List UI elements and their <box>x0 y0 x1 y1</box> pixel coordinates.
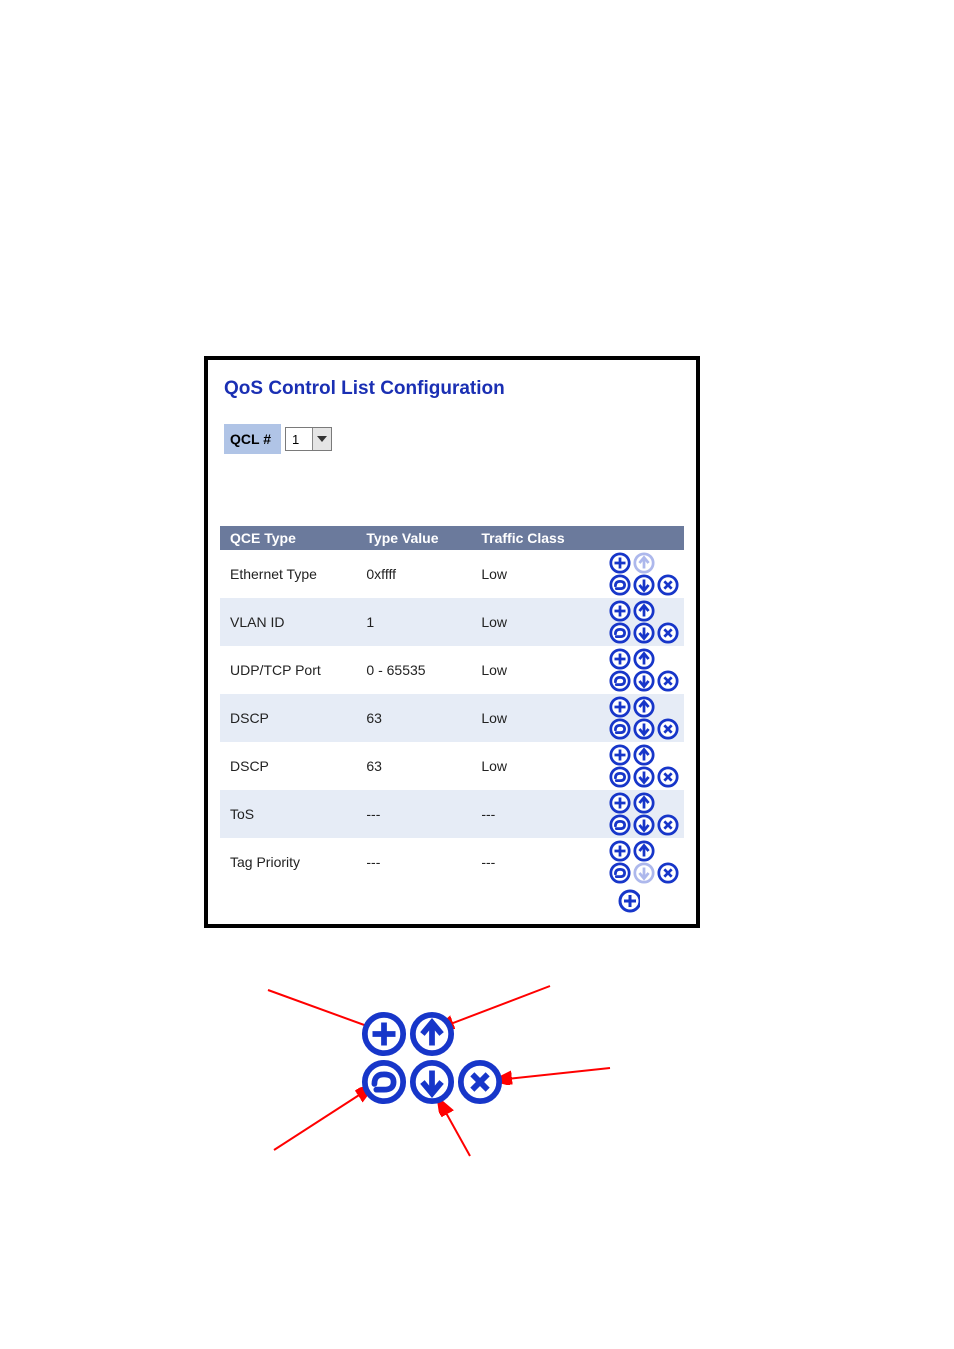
qcl-select[interactable]: 1 <box>285 427 332 451</box>
move-down-icon[interactable] <box>633 622 655 644</box>
add-row <box>220 890 684 912</box>
delete-icon[interactable] <box>657 622 679 644</box>
plus-icon[interactable] <box>609 552 631 574</box>
cell-qce-type: DSCP <box>220 758 366 774</box>
cell-traffic-class: --- <box>481 806 606 822</box>
qcl-selector-row: QCL # 1 <box>224 424 684 454</box>
qos-config-panel: QoS Control List Configuration QCL # 1 Q… <box>204 356 700 928</box>
chevron-down-icon <box>312 428 331 450</box>
icon-legend-diagram <box>240 980 660 1170</box>
cell-type-value: 63 <box>366 710 481 726</box>
cell-type-value: --- <box>366 806 481 822</box>
cell-qce-type: ToS <box>220 806 366 822</box>
qcl-label: QCL # <box>224 424 281 454</box>
qcl-select-value: 1 <box>286 428 312 450</box>
delete-icon[interactable] <box>657 574 679 596</box>
move-up-icon[interactable] <box>633 744 655 766</box>
delete-icon[interactable] <box>657 718 679 740</box>
cell-traffic-class: Low <box>481 710 606 726</box>
cell-traffic-class: Low <box>481 614 606 630</box>
move-up-icon[interactable] <box>633 792 655 814</box>
plus-icon <box>360 1010 408 1058</box>
cell-actions <box>606 792 684 836</box>
plus-icon[interactable] <box>609 792 631 814</box>
table-row: VLAN ID1Low <box>220 598 684 646</box>
table-row: DSCP63Low <box>220 694 684 742</box>
cell-actions <box>606 840 684 884</box>
cell-actions <box>606 600 684 644</box>
move-down-icon[interactable] <box>633 718 655 740</box>
page-title: QoS Control List Configuration <box>224 378 684 400</box>
cell-traffic-class: Low <box>481 566 606 582</box>
move-down-icon[interactable] <box>633 862 655 884</box>
cell-qce-type: Tag Priority <box>220 854 366 870</box>
move-down-icon[interactable] <box>633 766 655 788</box>
delete-icon[interactable] <box>657 862 679 884</box>
qce-table: QCE Type Type Value Traffic Class Ethern… <box>220 526 684 912</box>
cell-traffic-class: Low <box>481 758 606 774</box>
cell-type-value: 1 <box>366 614 481 630</box>
cell-actions <box>606 696 684 740</box>
plus-icon[interactable] <box>618 890 640 912</box>
cell-actions <box>606 744 684 788</box>
move-up-icon[interactable] <box>633 552 655 574</box>
edit-icon[interactable] <box>609 718 631 740</box>
delete-icon <box>456 1058 504 1106</box>
move-down-icon[interactable] <box>633 574 655 596</box>
edit-icon <box>360 1058 408 1106</box>
move-up-icon <box>408 1010 456 1058</box>
plus-icon[interactable] <box>609 600 631 622</box>
plus-icon[interactable] <box>609 840 631 862</box>
plus-icon[interactable] <box>609 744 631 766</box>
cell-type-value: 0 - 65535 <box>366 662 481 678</box>
edit-icon[interactable] <box>609 814 631 836</box>
move-up-icon[interactable] <box>633 648 655 670</box>
table-row: UDP/TCP Port0 - 65535Low <box>220 646 684 694</box>
cell-qce-type: UDP/TCP Port <box>220 662 366 678</box>
table-row: Ethernet Type0xffffLow <box>220 550 684 598</box>
cell-actions <box>606 552 684 596</box>
delete-icon[interactable] <box>657 766 679 788</box>
cell-actions <box>606 648 684 692</box>
cell-traffic-class: Low <box>481 662 606 678</box>
header-qce-type: QCE Type <box>220 530 366 546</box>
cell-qce-type: VLAN ID <box>220 614 366 630</box>
delete-icon[interactable] <box>657 670 679 692</box>
move-up-icon[interactable] <box>633 600 655 622</box>
move-down-icon[interactable] <box>633 814 655 836</box>
plus-icon[interactable] <box>609 696 631 718</box>
delete-icon[interactable] <box>657 814 679 836</box>
move-down-icon <box>408 1058 456 1106</box>
move-up-icon[interactable] <box>633 840 655 862</box>
header-type-value: Type Value <box>366 530 481 546</box>
cell-qce-type: Ethernet Type <box>220 566 366 582</box>
edit-icon[interactable] <box>609 862 631 884</box>
cell-qce-type: DSCP <box>220 710 366 726</box>
cell-traffic-class: --- <box>481 854 606 870</box>
cell-type-value: --- <box>366 854 481 870</box>
edit-icon[interactable] <box>609 670 631 692</box>
table-row: ToS------ <box>220 790 684 838</box>
move-up-icon[interactable] <box>633 696 655 718</box>
plus-icon[interactable] <box>609 648 631 670</box>
table-row: Tag Priority------ <box>220 838 684 886</box>
header-traffic-class: Traffic Class <box>481 530 606 546</box>
edit-icon[interactable] <box>609 622 631 644</box>
cell-type-value: 0xffff <box>366 566 481 582</box>
edit-icon[interactable] <box>609 574 631 596</box>
table-header: QCE Type Type Value Traffic Class <box>220 526 684 550</box>
cell-type-value: 63 <box>366 758 481 774</box>
edit-icon[interactable] <box>609 766 631 788</box>
move-down-icon[interactable] <box>633 670 655 692</box>
table-row: DSCP63Low <box>220 742 684 790</box>
